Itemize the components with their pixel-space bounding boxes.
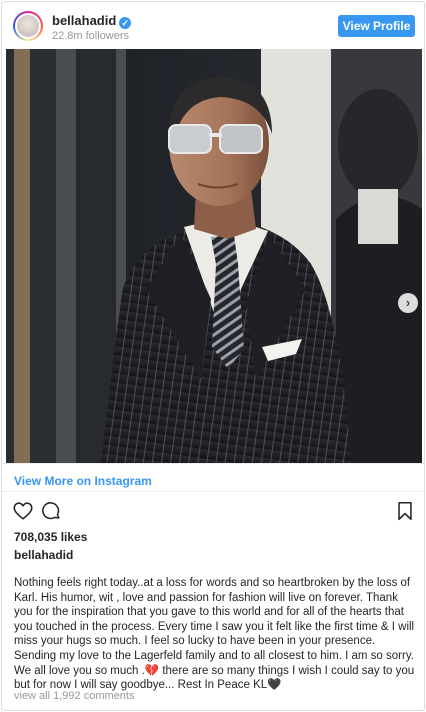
instagram-embed-card: bellahadid ✓ 22.8m followers View Profile (1, 1, 425, 711)
view-comments-link[interactable]: view all 1,992 comments (14, 690, 134, 702)
view-profile-button[interactable]: View Profile (338, 15, 415, 37)
username[interactable]: bellahadid (52, 13, 116, 28)
save-button[interactable] (394, 500, 418, 524)
comment-bubble-icon (42, 502, 60, 520)
bookmark-icon (398, 501, 412, 521)
chevron-right-icon: › (405, 295, 411, 310)
divider (2, 463, 424, 464)
divider (2, 491, 424, 492)
avatar[interactable] (13, 11, 43, 41)
post-header: bellahadid ✓ 22.8m followers View Profile (2, 2, 424, 48)
post-photo-image (6, 49, 422, 463)
avatar-image (15, 13, 41, 39)
post-owner-username[interactable]: bellahadid (14, 548, 73, 562)
action-bar (2, 500, 424, 528)
post-photo[interactable]: › (6, 49, 422, 463)
like-button[interactable] (12, 500, 36, 524)
comment-button[interactable] (40, 500, 64, 524)
heart-icon (13, 502, 33, 520)
post-caption: Nothing feels right today..at a loss for… (14, 577, 415, 692)
verified-badge-icon: ✓ (119, 17, 132, 29)
username-row[interactable]: bellahadid ✓ (52, 13, 132, 29)
carousel-next-button[interactable]: › (398, 293, 418, 313)
follower-count: 22.8m followers (52, 30, 130, 42)
like-count[interactable]: 708,035 likes (14, 530, 87, 544)
view-more-link[interactable]: View More on Instagram (14, 474, 152, 488)
